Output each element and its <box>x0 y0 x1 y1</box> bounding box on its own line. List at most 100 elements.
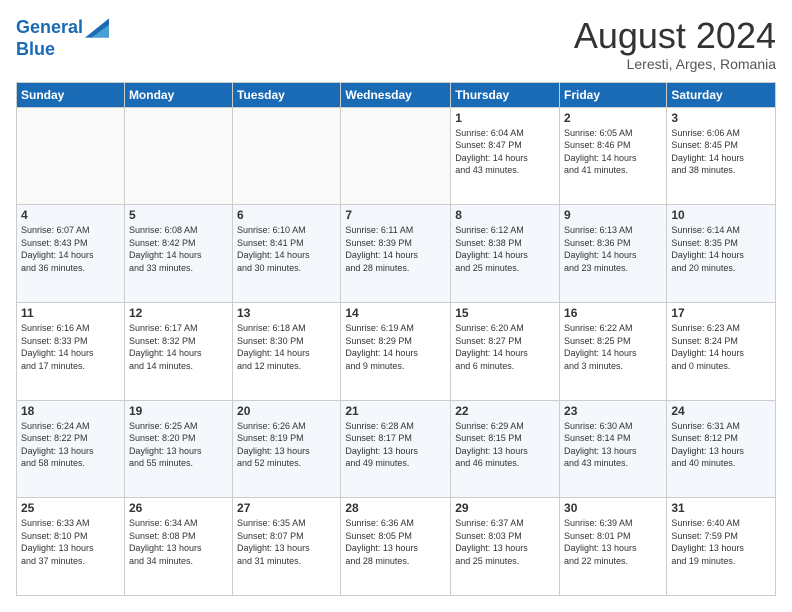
calendar-cell: 28Sunrise: 6:36 AM Sunset: 8:05 PM Dayli… <box>341 498 451 596</box>
logo-text-blue: Blue <box>16 40 109 60</box>
day-number: 23 <box>564 404 662 418</box>
day-info: Sunrise: 6:39 AM Sunset: 8:01 PM Dayligh… <box>564 517 662 567</box>
day-info: Sunrise: 6:24 AM Sunset: 8:22 PM Dayligh… <box>21 420 120 470</box>
day-header-tuesday: Tuesday <box>233 82 341 107</box>
calendar-cell: 13 Sunrise: 6:18 AM Sunset: 8:30 PM Dayli… <box>233 302 341 400</box>
day-number: 25 <box>21 501 120 515</box>
header-row: SundayMondayTuesdayWednesdayThursdayFrid… <box>17 82 776 107</box>
calendar-cell: 10Sunrise: 6:14 AM Sunset: 8:35 PM Dayli… <box>667 205 776 303</box>
calendar-cell: 14Sunrise: 6:19 AM Sunset: 8:29 PM Dayli… <box>341 302 451 400</box>
day-info: Sunrise: 6:29 AM Sunset: 8:15 PM Dayligh… <box>455 420 555 470</box>
day-number: 21 <box>345 404 446 418</box>
day-header-friday: Friday <box>560 82 667 107</box>
calendar-cell: 3Sunrise: 6:06 AM Sunset: 8:45 PM Daylig… <box>667 107 776 205</box>
calendar-cell: 11 Sunrise: 6:16 AM Sunset: 8:33 PM Dayli… <box>17 302 125 400</box>
day-number: 2 <box>564 111 662 125</box>
day-number: 10 <box>671 208 771 222</box>
calendar-cell <box>17 107 125 205</box>
day-number: 4 <box>21 208 120 222</box>
week-row-1: 4 Sunrise: 6:07 AM Sunset: 8:43 PM Daylig… <box>17 205 776 303</box>
day-info: Sunrise: 6:40 AM Sunset: 7:59 PM Dayligh… <box>671 517 771 567</box>
calendar-cell: 25Sunrise: 6:33 AM Sunset: 8:10 PM Dayli… <box>17 498 125 596</box>
day-header-saturday: Saturday <box>667 82 776 107</box>
calendar-cell: 12Sunrise: 6:17 AM Sunset: 8:32 PM Dayli… <box>124 302 232 400</box>
calendar-cell: 4 Sunrise: 6:07 AM Sunset: 8:43 PM Daylig… <box>17 205 125 303</box>
day-info: Sunrise: 6:04 AM Sunset: 8:47 PM Dayligh… <box>455 127 555 177</box>
calendar-cell: 23 Sunrise: 6:30 AM Sunset: 8:14 PM Dayli… <box>560 400 667 498</box>
day-header-thursday: Thursday <box>451 82 560 107</box>
day-number: 31 <box>671 501 771 515</box>
day-number: 5 <box>129 208 228 222</box>
calendar-cell: 19 Sunrise: 6:25 AM Sunset: 8:20 PM Dayli… <box>124 400 232 498</box>
day-number: 22 <box>455 404 555 418</box>
day-header-monday: Monday <box>124 82 232 107</box>
day-info: Sunrise: 6:19 AM Sunset: 8:29 PM Dayligh… <box>345 322 446 372</box>
day-number: 7 <box>345 208 446 222</box>
day-number: 30 <box>564 501 662 515</box>
day-info: Sunrise: 6:12 AM Sunset: 8:38 PM Dayligh… <box>455 224 555 274</box>
logo-icon <box>85 16 109 40</box>
calendar-cell <box>341 107 451 205</box>
day-number: 15 <box>455 306 555 320</box>
calendar-cell <box>124 107 232 205</box>
day-info: Sunrise: 6:34 AM Sunset: 8:08 PM Dayligh… <box>129 517 228 567</box>
day-number: 19 <box>129 404 228 418</box>
day-info: Sunrise: 6:18 AM Sunset: 8:30 PM Dayligh… <box>237 322 336 372</box>
calendar-cell: 24 Sunrise: 6:31 AM Sunset: 8:12 PM Dayli… <box>667 400 776 498</box>
calendar-cell: 18 Sunrise: 6:24 AM Sunset: 8:22 PM Dayli… <box>17 400 125 498</box>
day-info: Sunrise: 6:05 AM Sunset: 8:46 PM Dayligh… <box>564 127 662 177</box>
day-info: Sunrise: 6:16 AM Sunset: 8:33 PM Dayligh… <box>21 322 120 372</box>
calendar: SundayMondayTuesdayWednesdayThursdayFrid… <box>16 82 776 596</box>
calendar-cell: 27Sunrise: 6:35 AM Sunset: 8:07 PM Dayli… <box>233 498 341 596</box>
logo-text: General <box>16 18 83 38</box>
calendar-cell: 6Sunrise: 6:10 AM Sunset: 8:41 PM Daylig… <box>233 205 341 303</box>
calendar-cell: 9Sunrise: 6:13 AM Sunset: 8:36 PM Daylig… <box>560 205 667 303</box>
day-number: 18 <box>21 404 120 418</box>
location: Leresti, Arges, Romania <box>574 56 776 72</box>
day-header-wednesday: Wednesday <box>341 82 451 107</box>
day-number: 13 <box>237 306 336 320</box>
day-info: Sunrise: 6:31 AM Sunset: 8:12 PM Dayligh… <box>671 420 771 470</box>
calendar-cell: 29Sunrise: 6:37 AM Sunset: 8:03 PM Dayli… <box>451 498 560 596</box>
day-number: 26 <box>129 501 228 515</box>
title-block: August 2024 Leresti, Arges, Romania <box>574 16 776 72</box>
day-number: 24 <box>671 404 771 418</box>
calendar-cell: 8 Sunrise: 6:12 AM Sunset: 8:38 PM Daylig… <box>451 205 560 303</box>
calendar-cell: 20Sunrise: 6:26 AM Sunset: 8:19 PM Dayli… <box>233 400 341 498</box>
month-title: August 2024 <box>574 16 776 56</box>
header: General Blue August 2024 Leresti, Arges,… <box>16 16 776 72</box>
day-number: 9 <box>564 208 662 222</box>
day-info: Sunrise: 6:26 AM Sunset: 8:19 PM Dayligh… <box>237 420 336 470</box>
calendar-header: SundayMondayTuesdayWednesdayThursdayFrid… <box>17 82 776 107</box>
day-info: Sunrise: 6:20 AM Sunset: 8:27 PM Dayligh… <box>455 322 555 372</box>
day-info: Sunrise: 6:30 AM Sunset: 8:14 PM Dayligh… <box>564 420 662 470</box>
day-number: 1 <box>455 111 555 125</box>
day-info: Sunrise: 6:25 AM Sunset: 8:20 PM Dayligh… <box>129 420 228 470</box>
calendar-cell: 2 Sunrise: 6:05 AM Sunset: 8:46 PM Daylig… <box>560 107 667 205</box>
week-row-4: 25Sunrise: 6:33 AM Sunset: 8:10 PM Dayli… <box>17 498 776 596</box>
day-number: 8 <box>455 208 555 222</box>
day-info: Sunrise: 6:17 AM Sunset: 8:32 PM Dayligh… <box>129 322 228 372</box>
day-info: Sunrise: 6:08 AM Sunset: 8:42 PM Dayligh… <box>129 224 228 274</box>
day-number: 11 <box>21 306 120 320</box>
calendar-cell: 21Sunrise: 6:28 AM Sunset: 8:17 PM Dayli… <box>341 400 451 498</box>
week-row-2: 11 Sunrise: 6:16 AM Sunset: 8:33 PM Dayli… <box>17 302 776 400</box>
calendar-cell: 7Sunrise: 6:11 AM Sunset: 8:39 PM Daylig… <box>341 205 451 303</box>
day-info: Sunrise: 6:07 AM Sunset: 8:43 PM Dayligh… <box>21 224 120 274</box>
calendar-body: 1 Sunrise: 6:04 AM Sunset: 8:47 PM Daylig… <box>17 107 776 595</box>
logo: General Blue <box>16 16 109 60</box>
day-info: Sunrise: 6:22 AM Sunset: 8:25 PM Dayligh… <box>564 322 662 372</box>
calendar-cell: 30 Sunrise: 6:39 AM Sunset: 8:01 PM Dayli… <box>560 498 667 596</box>
calendar-cell: 16Sunrise: 6:22 AM Sunset: 8:25 PM Dayli… <box>560 302 667 400</box>
calendar-cell: 31 Sunrise: 6:40 AM Sunset: 7:59 PM Dayli… <box>667 498 776 596</box>
week-row-3: 18 Sunrise: 6:24 AM Sunset: 8:22 PM Dayli… <box>17 400 776 498</box>
calendar-cell: 15 Sunrise: 6:20 AM Sunset: 8:27 PM Dayli… <box>451 302 560 400</box>
day-number: 28 <box>345 501 446 515</box>
calendar-cell: 5 Sunrise: 6:08 AM Sunset: 8:42 PM Daylig… <box>124 205 232 303</box>
day-info: Sunrise: 6:35 AM Sunset: 8:07 PM Dayligh… <box>237 517 336 567</box>
calendar-cell <box>233 107 341 205</box>
calendar-cell: 26 Sunrise: 6:34 AM Sunset: 8:08 PM Dayli… <box>124 498 232 596</box>
day-header-sunday: Sunday <box>17 82 125 107</box>
day-number: 17 <box>671 306 771 320</box>
day-number: 29 <box>455 501 555 515</box>
